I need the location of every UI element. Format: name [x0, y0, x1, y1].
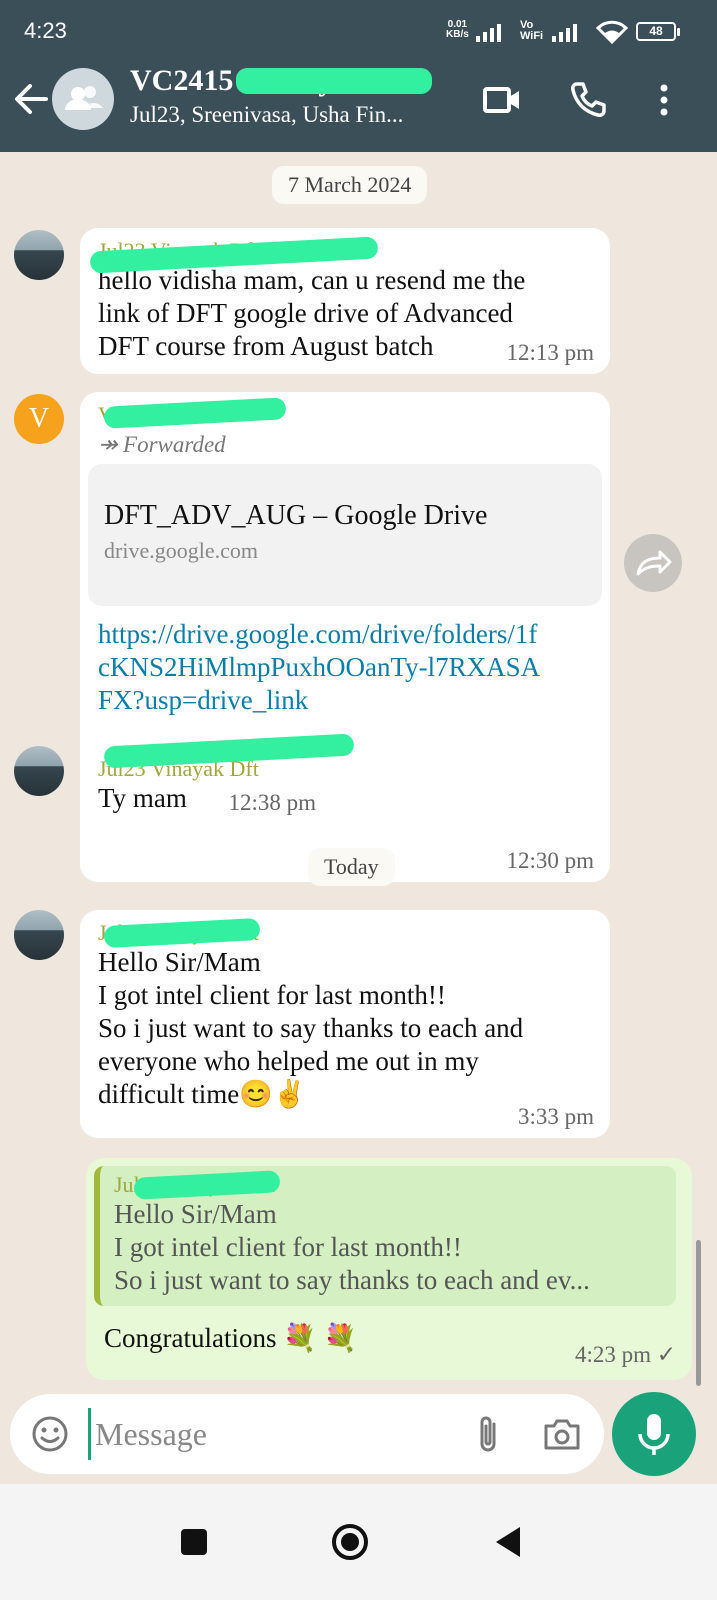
date-divider: Today — [308, 848, 395, 886]
vowifi-bottom: WiFi — [520, 30, 544, 42]
more-vert-icon[interactable] — [644, 80, 684, 120]
network-speed: 0.01 KB/s — [446, 20, 469, 40]
message-composer — [10, 1394, 604, 1474]
battery-level: 48 — [649, 24, 663, 38]
status-time: 4:23 — [24, 18, 67, 43]
message-line: So i just want to say thanks to each and — [98, 1013, 524, 1043]
video-call-icon[interactable] — [482, 80, 522, 120]
link-title: DFT_ADV_AUG – Google Drive — [104, 500, 488, 531]
battery-icon: 48 — [636, 22, 680, 41]
signal-icon-2 — [552, 24, 577, 42]
link-preview[interactable]: DFT_ADV_AUG – Google Drive drive.google.… — [88, 464, 602, 606]
phone-icon[interactable] — [568, 80, 608, 120]
signal-icon — [476, 24, 501, 42]
sender-avatar[interactable] — [14, 910, 64, 960]
forwarded-label: ↠ Forwarded — [98, 432, 592, 458]
share-button[interactable] — [624, 534, 682, 592]
message-text: Congratulations 💐 💐 — [104, 1323, 358, 1353]
emoji-icon[interactable] — [30, 1414, 70, 1454]
back-nav-icon[interactable] — [488, 1520, 532, 1564]
message-line: I got intel client for last month!! — [98, 980, 446, 1010]
quoted-line: I got intel client for last month!! — [114, 1232, 462, 1262]
top-bar: 4:23 0.01 KB/s Vo WiFi 48 VC2415 Jul23, … — [0, 0, 717, 152]
network-speed-unit: KB/s — [446, 29, 469, 40]
message-time: 12:30 pm — [506, 848, 594, 873]
arrow-left-icon[interactable] — [12, 80, 50, 118]
quoted-line: So i just want to say thanks to each and… — [114, 1265, 590, 1295]
mic-button[interactable] — [612, 1392, 696, 1476]
message-link[interactable]: https://drive.google.com/drive/folders/1… — [98, 618, 548, 717]
message-text: hello vidisha mam, can u resend me the l… — [98, 265, 526, 361]
redaction-mark — [236, 68, 432, 94]
mic-icon — [638, 1414, 670, 1455]
sender-avatar[interactable] — [14, 230, 64, 280]
recents-icon[interactable] — [172, 1520, 216, 1564]
message-time: 4:23 pm ✓ — [574, 1342, 676, 1367]
vowifi-indicator: Vo WiFi — [520, 20, 543, 42]
group-avatar[interactable] — [52, 68, 114, 130]
system-nav-bar — [0, 1484, 717, 1600]
message-time: 12:13 pm — [506, 340, 594, 365]
scrollbar[interactable] — [696, 1240, 701, 1386]
date-divider: 7 March 2024 — [272, 166, 428, 204]
share-forward-icon — [636, 550, 672, 576]
camera-icon[interactable] — [542, 1412, 582, 1456]
sender-avatar[interactable]: V — [14, 394, 64, 444]
sender-avatar[interactable] — [14, 746, 64, 796]
forwarded-text: Forwarded — [123, 432, 226, 457]
paperclip-icon[interactable] — [468, 1412, 508, 1456]
forward-icon: ↠ — [98, 432, 124, 457]
quoted-line: Hello Sir/Mam — [114, 1199, 277, 1229]
message-time: 3:33 pm — [517, 1104, 594, 1129]
message-line: everyone who helped me out in my — [98, 1046, 479, 1076]
chat-subtitle[interactable]: Jul23, Sreenivasa, Usha Fin... — [130, 102, 403, 128]
wifi-icon — [596, 20, 628, 44]
chat-area[interactable]: 7 March 2024 Jul23 Vinayak Dft hello vid… — [0, 152, 717, 1400]
message-input[interactable] — [88, 1408, 448, 1460]
message-time: 12:38 pm — [228, 790, 316, 815]
home-icon[interactable] — [328, 1520, 372, 1564]
link-domain: drive.google.com — [104, 538, 258, 563]
group-icon — [65, 86, 103, 110]
message-line: Hello Sir/Mam — [98, 947, 261, 977]
status-bar: 4:23 0.01 KB/s Vo WiFi 48 — [0, 0, 717, 64]
